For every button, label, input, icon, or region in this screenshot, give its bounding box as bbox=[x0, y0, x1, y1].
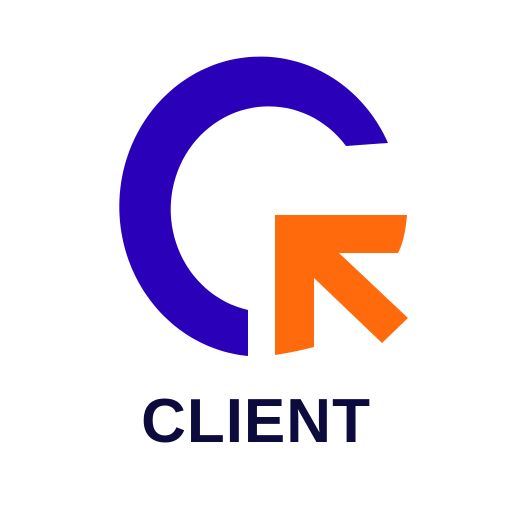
arrow-cursor-shape bbox=[275, 215, 408, 355]
c-ring-shape bbox=[119, 56, 388, 356]
app-icon: CLIENT bbox=[0, 0, 512, 512]
logo-wordmark: CLIENT bbox=[141, 387, 371, 456]
